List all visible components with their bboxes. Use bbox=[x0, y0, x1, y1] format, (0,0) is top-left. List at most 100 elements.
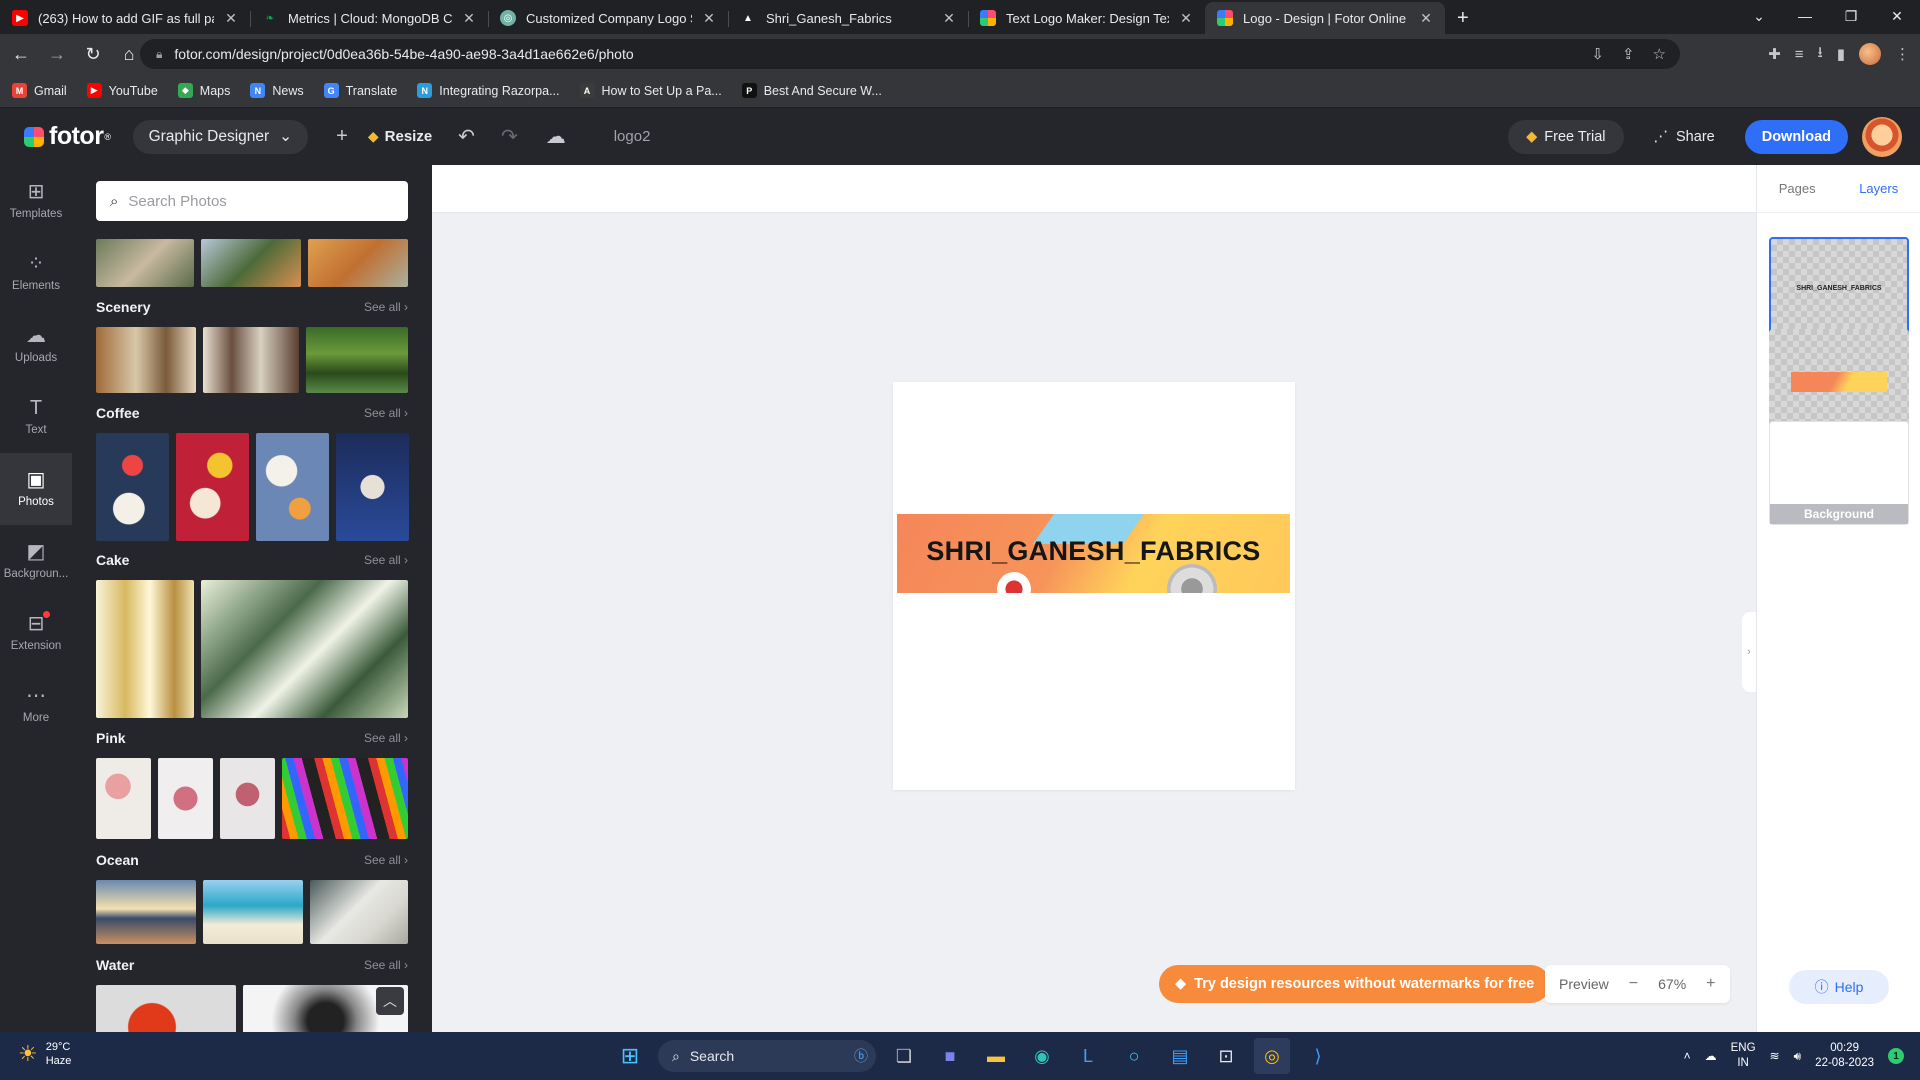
search-input[interactable] bbox=[128, 192, 399, 210]
side-panel-icon[interactable]: ▮ bbox=[1837, 45, 1845, 63]
layer-text[interactable]: SHRI_GANESH_FABRICS bbox=[1769, 237, 1909, 341]
new-tab-button[interactable]: + bbox=[1445, 2, 1481, 34]
chrome-icon[interactable]: ◎ bbox=[1254, 1038, 1290, 1074]
photo-thumbnail[interactable] bbox=[96, 580, 194, 718]
bookmark-maps[interactable]: ◆ Maps bbox=[177, 83, 230, 98]
rail-templates[interactable]: ⊞ Templates bbox=[0, 165, 72, 237]
app-icon[interactable]: ▤ bbox=[1162, 1038, 1198, 1074]
restore-icon[interactable]: ❐ bbox=[1828, 8, 1874, 25]
bookmark-star-icon[interactable]: ☆ bbox=[1653, 45, 1666, 63]
close-icon[interactable]: ✕ bbox=[700, 10, 718, 27]
windows-start-icon[interactable]: ⊞ bbox=[612, 1038, 648, 1074]
photo-thumbnail[interactable] bbox=[306, 327, 408, 393]
artboard[interactable]: SHRI_GANESH_FABRICS bbox=[893, 382, 1295, 790]
preview-button[interactable]: Preview bbox=[1559, 976, 1609, 992]
layer-background[interactable]: Background bbox=[1769, 421, 1909, 525]
see-all-link[interactable]: See all › bbox=[364, 731, 408, 745]
photo-thumbnail[interactable] bbox=[310, 880, 408, 944]
free-trial-button[interactable]: ◆ Free Trial bbox=[1508, 119, 1624, 154]
photo-thumbnail[interactable] bbox=[336, 433, 409, 541]
photo-search-box[interactable]: ⌕ bbox=[96, 181, 408, 221]
close-icon[interactable]: ✕ bbox=[222, 10, 240, 27]
zoom-out-icon[interactable]: − bbox=[1629, 975, 1638, 993]
url-bar[interactable]: 🔒︎ fotor.com/design/project/0d0ea36b-54b… bbox=[140, 39, 1680, 69]
photo-thumbnail[interactable] bbox=[158, 758, 213, 839]
extensions-puzzle-icon[interactable]: ✚ bbox=[1768, 45, 1781, 63]
browser-tab[interactable]: ▶ (263) How to add GIF as full page ✕ bbox=[0, 2, 250, 34]
cloud-save-icon[interactable]: ☁ bbox=[546, 124, 566, 149]
photo-thumbnail[interactable] bbox=[308, 239, 408, 287]
photo-thumbnail[interactable] bbox=[96, 327, 196, 393]
fotor-logo[interactable]: fotor ® bbox=[24, 122, 111, 151]
photo-thumbnail[interactable] bbox=[96, 985, 236, 1032]
notification-badge[interactable]: 1 bbox=[1888, 1048, 1904, 1064]
browser-menu-icon[interactable]: ⋮ bbox=[1895, 45, 1910, 63]
reload-icon[interactable]: ↻ bbox=[78, 39, 108, 69]
store-icon[interactable]: ⊡ bbox=[1208, 1038, 1244, 1074]
install-icon[interactable]: ⇩ bbox=[1591, 45, 1604, 63]
profile-avatar[interactable] bbox=[1859, 43, 1881, 65]
file-explorer-icon[interactable]: ▬ bbox=[978, 1038, 1014, 1074]
close-icon[interactable]: ✕ bbox=[460, 10, 478, 27]
teams-icon[interactable]: ■ bbox=[932, 1038, 968, 1074]
browser-tab[interactable]: ◎ Customized Company Logo Stylin ✕ bbox=[488, 2, 728, 34]
onedrive-icon[interactable]: ☁ bbox=[1705, 1049, 1717, 1063]
photo-thumbnail[interactable] bbox=[201, 239, 301, 287]
app-l-icon[interactable]: L bbox=[1070, 1038, 1106, 1074]
bookmark-youtube[interactable]: ▶ YouTube bbox=[86, 83, 158, 98]
user-avatar[interactable] bbox=[1862, 116, 1902, 157]
photo-thumbnail[interactable] bbox=[96, 433, 169, 541]
close-icon[interactable]: ✕ bbox=[940, 10, 958, 27]
download-button[interactable]: Download bbox=[1744, 119, 1848, 154]
see-all-link[interactable]: See all › bbox=[364, 958, 408, 972]
rail-background[interactable]: ◩ Backgroun... bbox=[0, 525, 72, 597]
tab-layers[interactable]: Layers bbox=[1859, 181, 1898, 196]
back-icon[interactable]: ← bbox=[6, 39, 36, 69]
cortana-icon[interactable]: ○ bbox=[1116, 1038, 1152, 1074]
photo-thumbnail[interactable] bbox=[282, 758, 408, 839]
bookmark-setup[interactable]: A How to Set Up a Pa... bbox=[579, 83, 722, 98]
photo-thumbnail[interactable] bbox=[96, 239, 194, 287]
zoom-in-icon[interactable]: + bbox=[1706, 975, 1715, 993]
wifi-icon[interactable]: ≋ bbox=[1770, 1049, 1780, 1063]
photo-thumbnail[interactable] bbox=[256, 433, 329, 541]
task-view-icon[interactable]: ❏ bbox=[886, 1038, 922, 1074]
photo-thumbnail[interactable] bbox=[203, 327, 299, 393]
browser-tab[interactable]: Text Logo Maker: Design Text Lo ✕ bbox=[968, 2, 1205, 34]
forward-icon[interactable]: → bbox=[42, 39, 72, 69]
photo-thumbnail[interactable] bbox=[201, 580, 408, 718]
volume-icon[interactable]: 🔊︎ bbox=[1794, 1049, 1802, 1064]
undo-icon[interactable]: ↶ bbox=[458, 124, 475, 149]
taskbar-search[interactable]: ⌕ Search ⓑ bbox=[658, 1040, 876, 1072]
rail-more[interactable]: ⋯ More bbox=[0, 669, 72, 741]
clock[interactable]: 00:29 22-08-2023 bbox=[1815, 1041, 1874, 1071]
downloads-icon[interactable]: ⭳ bbox=[1817, 42, 1822, 67]
photo-thumbnail[interactable] bbox=[203, 880, 303, 944]
rail-uploads[interactable]: ☁ Uploads bbox=[0, 309, 72, 381]
see-all-link[interactable]: See all › bbox=[364, 300, 408, 314]
redo-icon[interactable]: ↷ bbox=[501, 124, 518, 149]
bookmark-gmail[interactable]: M Gmail bbox=[12, 83, 67, 98]
photo-thumbnail[interactable] bbox=[220, 758, 275, 839]
scroll-to-top-button[interactable]: ︿ bbox=[376, 987, 404, 1015]
vscode-icon[interactable]: ⟩ bbox=[1300, 1038, 1336, 1074]
chevron-up-icon[interactable]: ˄ bbox=[1684, 1049, 1691, 1063]
see-all-link[interactable]: See all › bbox=[364, 553, 408, 567]
layer-image[interactable] bbox=[1769, 329, 1909, 433]
watermark-free-promo-button[interactable]: ◆ Try design resources without watermark… bbox=[1159, 965, 1551, 1003]
rail-photos[interactable]: ▣ Photos bbox=[0, 453, 72, 525]
browser-tab[interactable]: ❧ Metrics | Cloud: MongoDB Cloud ✕ bbox=[250, 2, 488, 34]
photo-thumbnail[interactable] bbox=[96, 880, 196, 944]
rail-extension[interactable]: ⊟ Extension bbox=[0, 597, 72, 669]
rail-elements[interactable]: ⁘ Elements bbox=[0, 237, 72, 309]
bookmark-razorpay[interactable]: N Integrating Razorpa... bbox=[417, 83, 560, 98]
browser-tab[interactable]: ▲ Shri_Ganesh_Fabrics ✕ bbox=[728, 2, 968, 34]
share-button[interactable]: ⋰ Share bbox=[1638, 120, 1731, 154]
reading-list-icon[interactable]: ≡ bbox=[1795, 46, 1804, 63]
document-name[interactable]: logo2 bbox=[614, 128, 651, 145]
window-close-icon[interactable]: ✕ bbox=[1874, 8, 1920, 25]
browser-tab-active[interactable]: Logo - Design | Fotor Online Pho ✕ bbox=[1205, 2, 1445, 34]
see-all-link[interactable]: See all › bbox=[364, 853, 408, 867]
share-page-icon[interactable]: ⇪ bbox=[1622, 45, 1635, 63]
logo-banner-image[interactable]: SHRI_GANESH_FABRICS bbox=[897, 514, 1290, 593]
